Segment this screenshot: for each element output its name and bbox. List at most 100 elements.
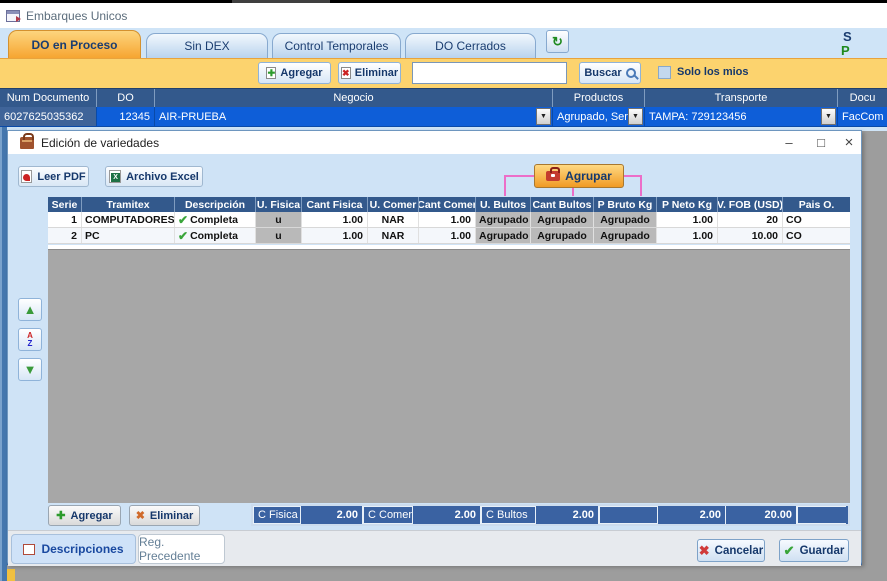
dialog-titlebar[interactable]: Edición de variedades bbox=[8, 131, 861, 154]
check-icon: ✔ bbox=[178, 229, 188, 243]
cell-u-bultos[interactable]: Agrupado bbox=[476, 228, 531, 243]
cell-cant-bultos[interactable]: Agrupado bbox=[531, 212, 594, 227]
total-label-c-comer: C Comer bbox=[363, 506, 413, 524]
main-titlebar: Embarques Unicos bbox=[0, 3, 887, 28]
window-content-sliver bbox=[7, 569, 15, 581]
tab-control-temporales[interactable]: Control Temporales bbox=[272, 33, 401, 58]
negocio-dropdown-icon[interactable]: ▼ bbox=[536, 108, 551, 125]
col-tramitex[interactable]: Tramitex bbox=[82, 197, 175, 212]
col-do[interactable]: DO bbox=[97, 89, 155, 107]
cell-tramitex[interactable]: PC bbox=[82, 228, 175, 243]
dialog-title: Edición de variedades bbox=[41, 136, 159, 150]
guardar-button[interactable]: ✔ Guardar bbox=[779, 539, 849, 562]
col-negocio[interactable]: Negocio bbox=[155, 89, 553, 107]
cell-v-fob[interactable]: 10.00 bbox=[718, 228, 783, 243]
cancel-x-icon: ✖ bbox=[699, 543, 710, 559]
col-descripcion[interactable]: Descripción bbox=[175, 197, 256, 212]
col-num-documento[interactable]: Num Documento bbox=[0, 89, 97, 107]
cell-u-comer[interactable]: NAR bbox=[368, 212, 419, 227]
search-input[interactable] bbox=[412, 62, 567, 84]
cell-cant-fisica[interactable]: 1.00 bbox=[302, 228, 368, 243]
footer-eliminar-button[interactable]: ✖ Eliminar bbox=[129, 505, 200, 526]
variety-row-2[interactable]: 2 PC ✔ Completa u 1.00 NAR 1.00 Agrupado… bbox=[48, 228, 850, 244]
sort-button[interactable]: A Z bbox=[18, 328, 42, 351]
variety-row-1[interactable]: 1 COMPUTADORES ✔ Completa u 1.00 NAR 1.0… bbox=[48, 212, 850, 228]
cell-u-comer[interactable]: NAR bbox=[368, 228, 419, 243]
move-up-button[interactable]: ▲ bbox=[18, 298, 42, 321]
remove-icon: ✖ bbox=[136, 509, 145, 522]
cell-pais-o[interactable]: CO bbox=[783, 212, 850, 227]
col-p-neto-kg[interactable]: P Neto Kg bbox=[657, 197, 718, 212]
sort-az-icon: A Z bbox=[27, 332, 33, 348]
tab-descripciones[interactable]: Descripciones bbox=[11, 534, 136, 564]
check-icon: ✔ bbox=[178, 213, 188, 227]
cell-u-fisica[interactable]: u bbox=[256, 228, 302, 243]
cell-cant-comer[interactable]: 1.00 bbox=[419, 212, 476, 227]
col-v-fob-usd[interactable]: V. FOB (USD) bbox=[718, 197, 783, 212]
tab-sin-dex[interactable]: Sin DEX bbox=[146, 33, 268, 58]
tab-reg-precedente[interactable]: Reg. Precedente bbox=[138, 534, 225, 564]
close-icon[interactable]: × bbox=[840, 133, 858, 151]
cell-p-neto-kg[interactable]: 1.00 bbox=[657, 228, 718, 243]
cell-cant-comer[interactable]: 1.00 bbox=[419, 228, 476, 243]
cell-descripcion[interactable]: ✔ Completa bbox=[175, 212, 256, 227]
eliminar-button[interactable]: ✖ Eliminar bbox=[338, 62, 401, 84]
leer-pdf-button[interactable]: Leer PDF bbox=[18, 166, 89, 187]
col-p-bruto-kg[interactable]: P Bruto Kg bbox=[594, 197, 657, 212]
move-down-button[interactable]: ▼ bbox=[18, 358, 42, 381]
dialog-bottom-strip: Descripciones Reg. Precedente ✖ Cancelar… bbox=[8, 530, 861, 566]
tab-do-en-proceso[interactable]: DO en Proceso bbox=[8, 30, 141, 58]
productos-dropdown-icon[interactable]: ▼ bbox=[628, 108, 643, 125]
add-icon: ✚ bbox=[56, 509, 65, 522]
col-pais-o[interactable]: Pais O. bbox=[783, 197, 850, 212]
cell-pais-o[interactable]: CO bbox=[783, 228, 850, 243]
col-productos[interactable]: Productos bbox=[553, 89, 645, 107]
app-title: Embarques Unicos bbox=[26, 9, 127, 23]
delete-document-icon: ✖ bbox=[341, 67, 351, 79]
cell-do[interactable]: 12345 bbox=[97, 107, 155, 126]
cell-tramitex[interactable]: COMPUTADORES bbox=[82, 212, 175, 227]
add-document-icon: ✚ bbox=[266, 67, 276, 79]
col-serie[interactable]: Serie bbox=[48, 197, 82, 212]
cell-serie[interactable]: 1 bbox=[48, 212, 82, 227]
col-cant-bultos[interactable]: Cant Bultos bbox=[531, 197, 594, 212]
col-documentos[interactable]: Docu bbox=[838, 89, 887, 107]
col-u-comer[interactable]: U. Comer bbox=[368, 197, 419, 212]
cell-cant-fisica[interactable]: 1.00 bbox=[302, 212, 368, 227]
side-label-s: S bbox=[843, 29, 852, 44]
cell-transporte[interactable]: TAMPA: 729123456 ▼ bbox=[645, 107, 838, 126]
col-transporte[interactable]: Transporte bbox=[645, 89, 838, 107]
grid-header: Num Documento DO Negocio Productos Trans… bbox=[0, 88, 887, 107]
solo-los-mios-checkbox[interactable] bbox=[658, 66, 671, 79]
refresh-button[interactable]: ↻ bbox=[546, 30, 569, 53]
cell-u-fisica[interactable]: u bbox=[256, 212, 302, 227]
minimize-icon[interactable]: – bbox=[780, 133, 798, 151]
cell-v-fob[interactable]: 20 bbox=[718, 212, 783, 227]
cancelar-button[interactable]: ✖ Cancelar bbox=[697, 539, 765, 562]
buscar-button[interactable]: Buscar bbox=[579, 62, 641, 84]
cell-descripcion[interactable]: ✔ Completa bbox=[175, 228, 256, 243]
grid-row-selected[interactable]: 6027625035362 12345 AIR-PRUEBA ▼ Agrupad… bbox=[0, 107, 887, 127]
cell-p-neto-kg[interactable]: 1.00 bbox=[657, 212, 718, 227]
transporte-dropdown-icon[interactable]: ▼ bbox=[821, 108, 836, 125]
cell-u-bultos[interactable]: Agrupado bbox=[476, 212, 531, 227]
cell-num-documento[interactable]: 6027625035362 bbox=[0, 107, 97, 126]
col-cant-comer[interactable]: Cant Comer bbox=[419, 197, 476, 212]
col-cant-fisica[interactable]: Cant Fisica bbox=[302, 197, 368, 212]
cell-serie[interactable]: 2 bbox=[48, 228, 82, 243]
cell-cant-bultos[interactable]: Agrupado bbox=[531, 228, 594, 243]
maximize-icon[interactable]: □ bbox=[812, 133, 830, 151]
cell-documentos[interactable]: FacCom bbox=[838, 107, 887, 126]
cell-p-bruto-kg[interactable]: Agrupado bbox=[594, 212, 657, 227]
cell-productos[interactable]: Agrupado, Seri ▼ bbox=[553, 107, 645, 126]
footer-agregar-button[interactable]: ✚ Agregar bbox=[48, 505, 121, 526]
cell-negocio[interactable]: AIR-PRUEBA ▼ bbox=[155, 107, 553, 126]
cell-p-bruto-kg[interactable]: Agrupado bbox=[594, 228, 657, 243]
agrupar-button[interactable]: Agrupar bbox=[534, 164, 624, 188]
col-u-bultos[interactable]: U. Bultos bbox=[476, 197, 531, 212]
descriptions-grid-icon bbox=[23, 544, 35, 555]
archivo-excel-button[interactable]: Archivo Excel bbox=[105, 166, 203, 187]
agregar-button[interactable]: ✚ Agregar bbox=[258, 62, 331, 84]
col-u-fisica[interactable]: U. Fisica bbox=[256, 197, 302, 212]
tab-do-cerrados[interactable]: DO Cerrados bbox=[405, 33, 536, 58]
